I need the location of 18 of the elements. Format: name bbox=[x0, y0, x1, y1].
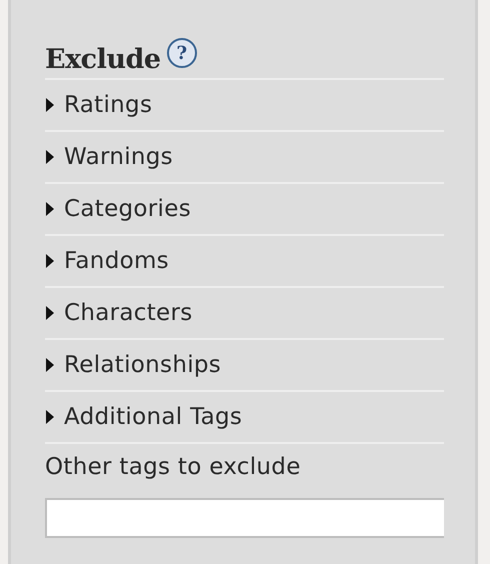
help-button[interactable]: ? bbox=[166, 38, 197, 68]
section-toggle[interactable]: Warnings bbox=[45, 132, 173, 182]
triangle-icon bbox=[45, 409, 55, 425]
triangle-icon bbox=[45, 253, 55, 269]
triangle-icon bbox=[45, 357, 55, 373]
section-toggle[interactable]: Additional Tags bbox=[45, 392, 242, 442]
triangle-icon bbox=[45, 97, 55, 113]
section-toggle[interactable]: Categories bbox=[45, 184, 191, 234]
section-toggle[interactable]: Ratings bbox=[45, 80, 152, 130]
triangle-icon bbox=[45, 149, 55, 165]
triangle-icon bbox=[45, 305, 55, 321]
section-toggle[interactable]: Fandoms bbox=[45, 236, 169, 286]
input-field[interactable] bbox=[45, 498, 444, 538]
triangle-icon bbox=[45, 201, 55, 217]
section-title: Exclude bbox=[45, 44, 161, 74]
field-label: Other tags to exclude bbox=[45, 454, 302, 482]
section-toggle[interactable]: Characters bbox=[45, 288, 193, 338]
section-toggle[interactable]: Relationships bbox=[45, 340, 222, 390]
